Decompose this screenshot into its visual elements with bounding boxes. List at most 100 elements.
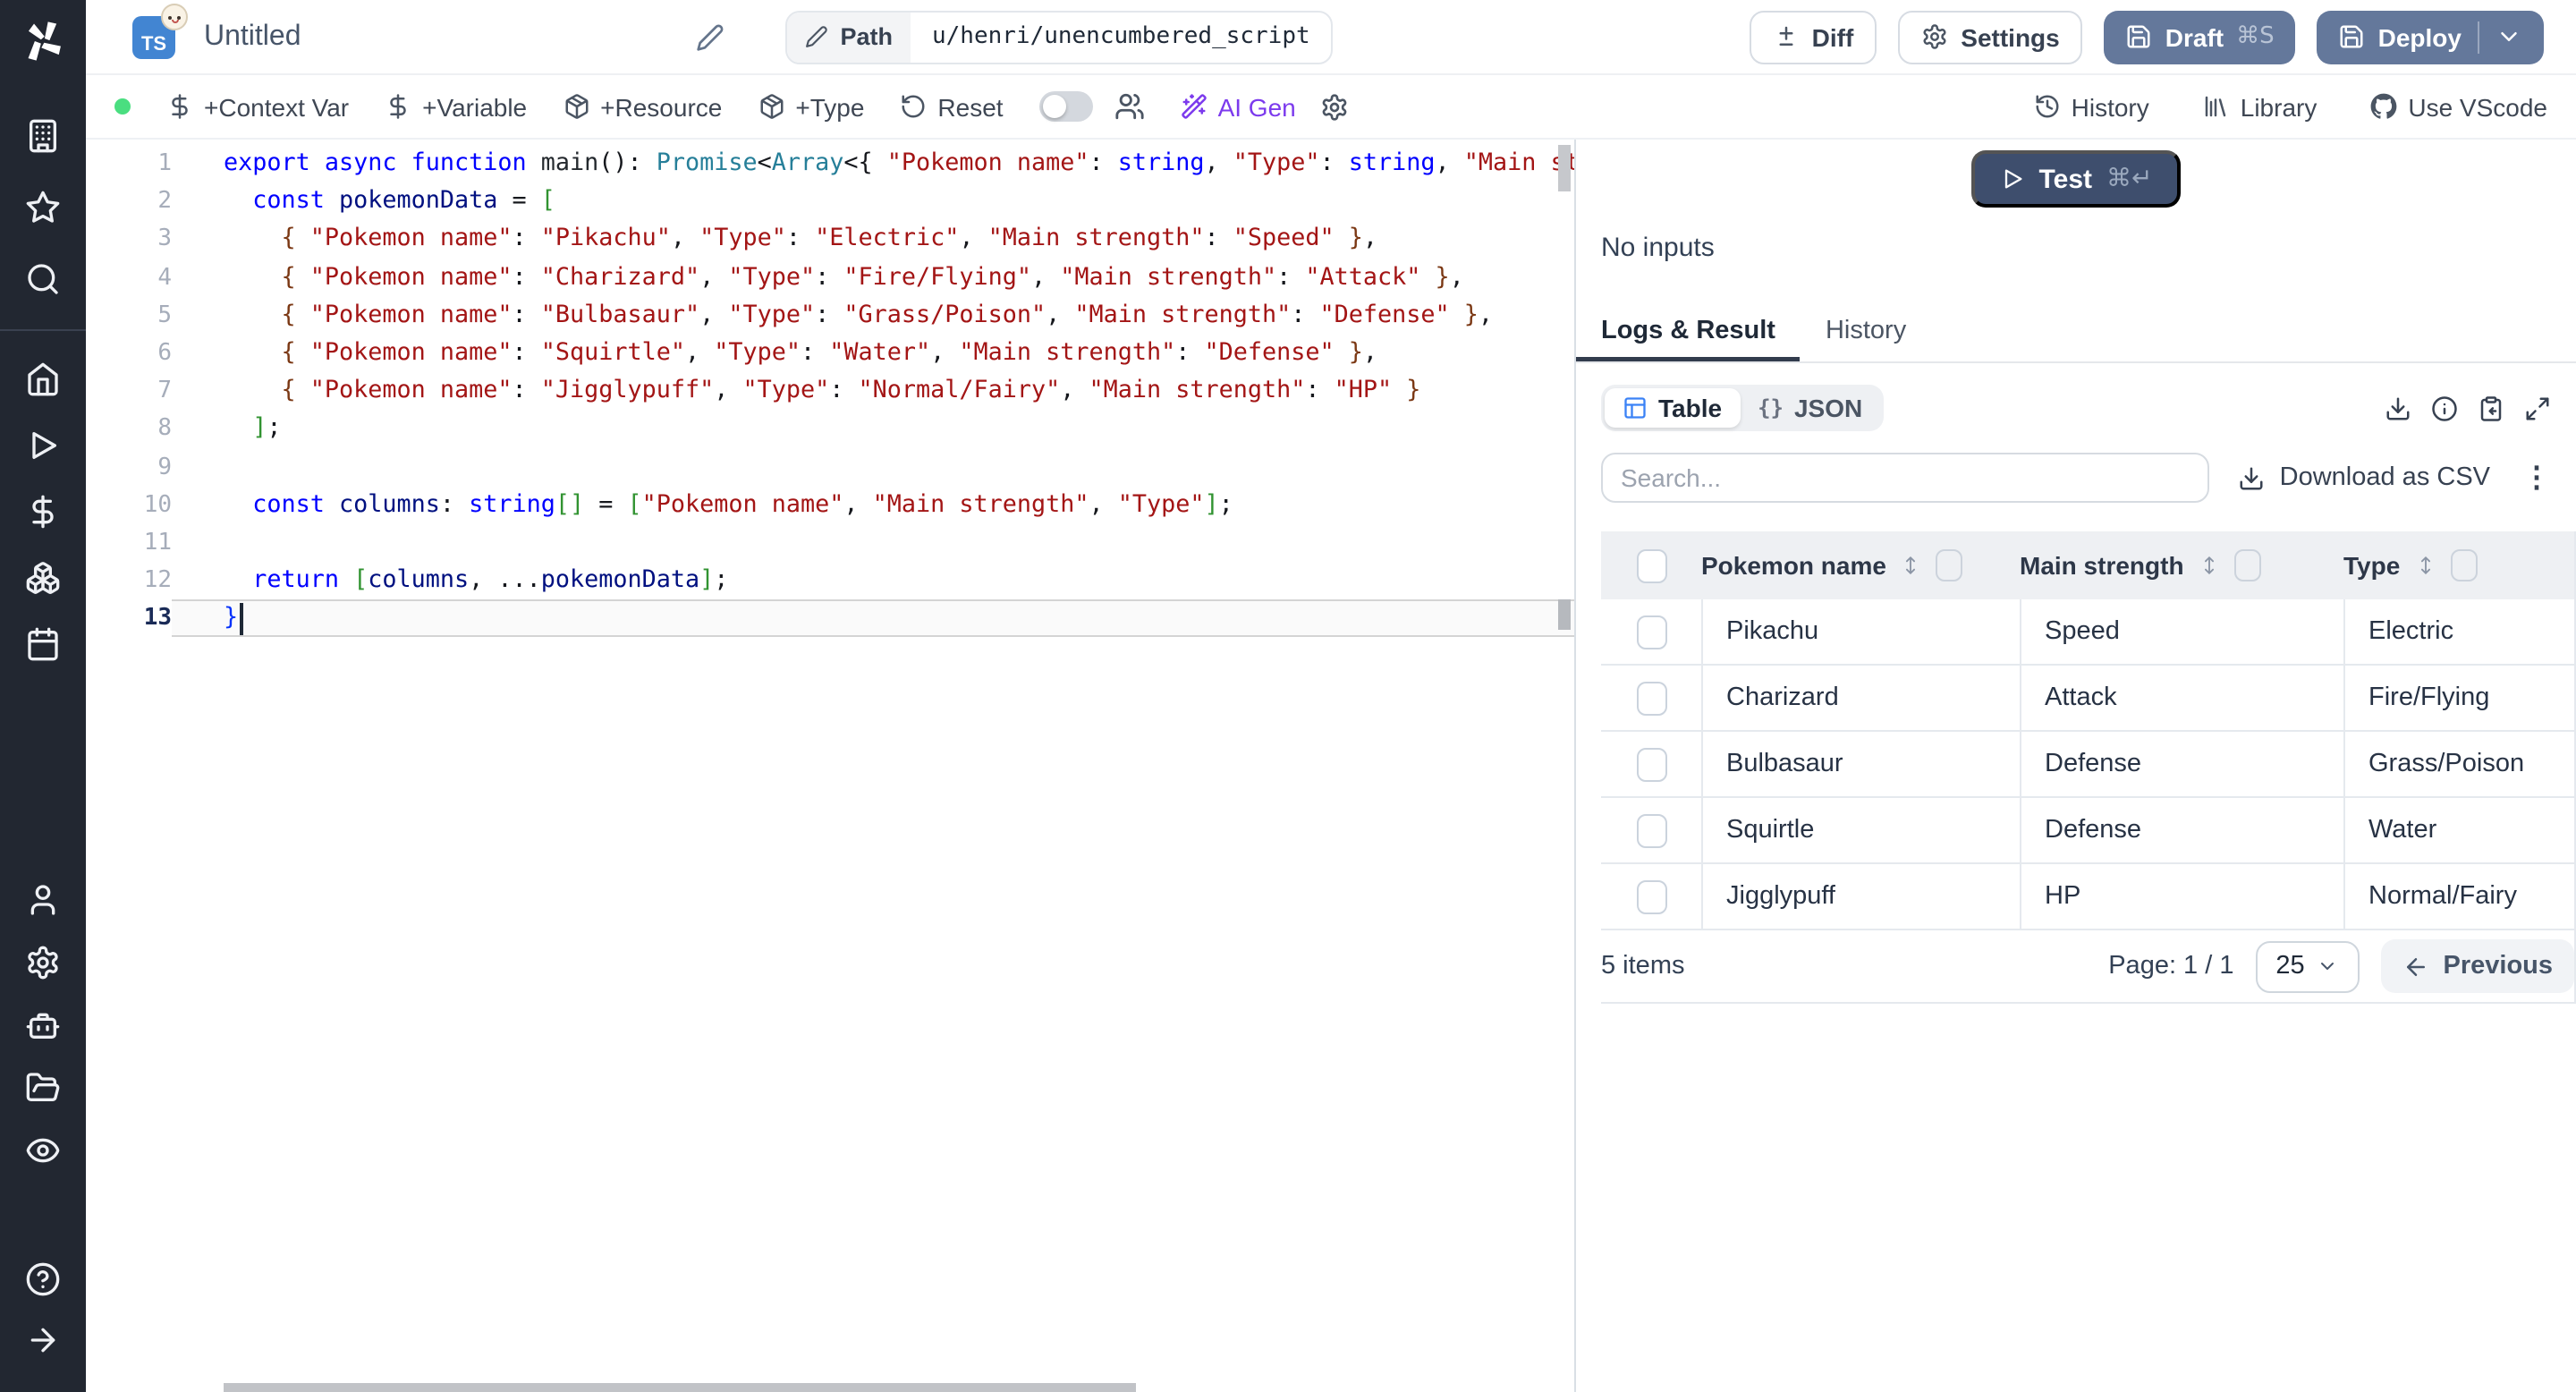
sidebar-item-gear-icon[interactable] [25,930,61,993]
code-line-13[interactable]: 13} [86,599,1574,638]
ai-gen-button[interactable]: AI Gen [1181,92,1296,121]
code-text[interactable]: { "Pokemon name": "Charizard", "Type": "… [172,259,1574,296]
edit-title-icon[interactable] [695,22,724,51]
code-editor[interactable]: 1 export async function main (): Promise < A… [86,140,1576,1392]
code-line-1[interactable]: 1 export async function main (): Promise < A… [86,145,1574,182]
code-line-3[interactable]: 3 { "Pokemon name": "Pikachu", "Type": "… [86,221,1574,259]
code-text[interactable]: const columns: string[] = ["Pokemon name… [172,486,1574,523]
sort-icon[interactable] [2197,553,2222,578]
sidebar-item-boxes-icon[interactable] [25,544,61,610]
sort-icon[interactable] [2412,553,2437,578]
select-all-checkbox[interactable] [1636,548,1666,582]
sidebar-item-building-icon[interactable] [25,100,61,172]
table-cell: Defense [2020,732,2343,796]
sidebar-item-user-icon[interactable] [25,868,61,930]
ai-settings-button[interactable] [1321,92,1350,121]
view-json-button[interactable]: {} JSON [1740,388,1880,428]
code-line-11[interactable]: 11 [86,524,1574,562]
library-button[interactable]: Library [2203,92,2317,121]
editor-horizontal-scrollbar[interactable] [224,1383,1136,1392]
code-line-12[interactable]: 12 return [columns, ... pokemonData]; [86,562,1574,599]
info-icon[interactable] [2431,395,2458,421]
code-text[interactable]: const pokemonData = [ [172,182,1574,220]
settings-button[interactable]: Settings [1898,10,2083,64]
download-result-icon[interactable] [2385,395,2411,421]
code-text[interactable]: { "Pokemon name": "Bulbasaur", "Type": "… [172,297,1574,335]
code-text[interactable]: } [172,599,1574,638]
column-pin-handle[interactable] [2233,549,2261,581]
code-text[interactable]: { "Pokemon name": "Pikachu", "Type": "El… [172,221,1574,259]
table-row[interactable]: Squirtle Defense Water [1601,798,2574,864]
sidebar-item-calendar-icon[interactable] [25,610,61,676]
windmill-logo-icon[interactable] [20,18,66,64]
deploy-button[interactable]: Deploy [2317,10,2544,64]
page-size-select[interactable]: 25 [2255,940,2360,992]
table-cell: Water [2343,798,2574,862]
code-line-9[interactable]: 9 [86,448,1574,486]
code-text[interactable]: return [columns, ... pokemonData]; [172,562,1574,599]
code-text[interactable]: export async function main (): Promise < Ar… [172,145,1574,182]
row-checkbox[interactable] [1636,615,1666,649]
tab-history[interactable]: History [1801,310,1931,361]
code-text[interactable] [172,524,1574,562]
row-checkbox[interactable] [1636,813,1666,847]
search-input[interactable] [1601,453,2209,503]
sidebar-item-bot-icon[interactable] [25,993,61,1056]
table-row[interactable]: Bulbasaur Defense Grass/Poison [1601,732,2574,798]
sidebar-item-search-icon[interactable] [25,243,61,315]
use-vscode-button[interactable]: Use VScode [2370,92,2547,121]
code-line-7[interactable]: 7 { "Pokemon name": "Jigglypuff", "Type"… [86,372,1574,410]
path-label: Path [840,23,893,50]
sort-icon[interactable] [1899,553,1924,578]
code-text[interactable]: { "Pokemon name": "Squirtle", "Type": "W… [172,335,1574,372]
code-line-6[interactable]: 6 { "Pokemon name": "Squirtle", "Type": … [86,335,1574,372]
add-variable-button[interactable]: +Variable [385,92,527,121]
copy-to-clipboard-icon[interactable] [2478,395,2504,421]
row-checkbox[interactable] [1636,681,1666,715]
sidebar-item-folder-icon[interactable] [25,1056,61,1118]
deploy-menu-chevron-icon[interactable] [2496,23,2522,50]
sidebar-item-play-icon[interactable] [25,412,61,478]
path-field[interactable]: Path u/henri/unencumbered_script [784,10,1334,64]
previous-page-button[interactable]: Previous [2380,939,2574,993]
code-text[interactable]: { "Pokemon name": "Jigglypuff", "Type": … [172,372,1574,410]
code-line-8[interactable]: 8 ]; [86,411,1574,448]
column-pin-handle[interactable] [1936,549,1963,581]
code-line-5[interactable]: 5 { "Pokemon name": "Bulbasaur", "Type":… [86,297,1574,335]
table-row[interactable]: Jigglypuff HP Normal/Fairy [1601,864,2574,930]
diff-button[interactable]: Diff [1749,10,1877,64]
code-text[interactable]: ]; [172,411,1574,448]
draft-shortcut: ⌘S [2236,23,2275,50]
editor-vertical-scrollbar[interactable] [1558,145,1571,191]
sidebar-item-home-icon[interactable] [25,345,61,412]
sidebar-item-star-icon[interactable] [25,172,61,243]
add-context-var-button[interactable]: +Context Var [166,92,349,121]
view-table-button[interactable]: Table [1605,388,1741,428]
tab-logs-result[interactable]: Logs & Result [1576,310,1801,361]
download-csv-button[interactable]: Download as CSV [2239,463,2490,492]
add-resource-button[interactable]: +Resource [563,92,722,121]
test-button[interactable]: Test ⌘↵ [1970,150,2182,208]
row-checkbox[interactable] [1636,879,1666,913]
sidebar-item-dollar-icon[interactable] [25,478,61,544]
column-pin-handle[interactable] [2450,549,2478,581]
code-text[interactable] [172,448,1574,486]
multiplayer-toggle[interactable] [1038,91,1093,122]
code-line-10[interactable]: 10 const columns: string[] = ["Pokemon n… [86,486,1574,523]
draft-button[interactable]: Draft ⌘S [2104,10,2296,64]
table-row[interactable]: Pikachu Speed Electric [1601,599,2574,666]
row-checkbox[interactable] [1636,747,1666,781]
path-value[interactable]: u/henri/unencumbered_script [911,23,1332,50]
code-line-4[interactable]: 4 { "Pokemon name": "Charizard", "Type":… [86,259,1574,296]
sidebar-item-eye-icon[interactable] [25,1118,61,1181]
sidebar-item-arrow-right-icon[interactable] [25,1310,61,1371]
reset-button[interactable]: Reset [900,92,1004,121]
history-button[interactable]: History [2034,92,2149,121]
more-options-icon[interactable]: ⋮ [2522,460,2551,496]
code-line-2[interactable]: 2 const pokemonData = [ [86,182,1574,220]
add-type-button[interactable]: +Type [758,92,864,121]
collaborators-button[interactable] [1114,91,1145,122]
sidebar-item-help-icon[interactable] [25,1249,61,1310]
expand-icon[interactable] [2524,395,2551,421]
table-row[interactable]: Charizard Attack Fire/Flying [1601,666,2574,732]
